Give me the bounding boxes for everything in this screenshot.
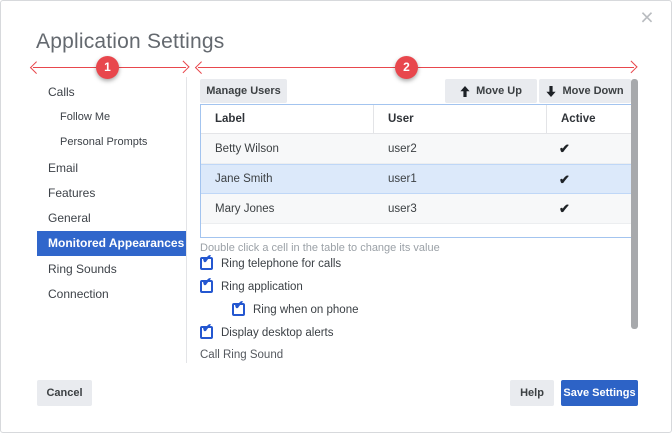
- sidebar-item-label: Follow Me: [60, 111, 110, 123]
- move-up-label: Move Up: [476, 85, 522, 97]
- close-icon[interactable]: ×: [635, 5, 659, 29]
- sidebar-item[interactable]: Connection: [37, 281, 186, 306]
- cell-user[interactable]: user2: [374, 134, 547, 163]
- sidebar-item-label: Email: [48, 161, 78, 175]
- sidebar-item[interactable]: General: [37, 205, 186, 230]
- checkbox-check-icon: ✔: [202, 276, 212, 288]
- checkbox-icon[interactable]: ✔: [200, 326, 213, 339]
- checkbox-option[interactable]: ✔ Ring when on phone: [232, 298, 359, 321]
- move-up-icon: [460, 86, 470, 97]
- checkbox-option[interactable]: ✔ Ring telephone for calls: [200, 252, 359, 275]
- table-row[interactable]: Jane Smith user1 ✔: [201, 164, 631, 194]
- sidebar-item[interactable]: Ring Sounds: [37, 256, 186, 281]
- cell-label[interactable]: Jane Smith: [201, 165, 374, 193]
- active-check-icon: ✔: [559, 142, 570, 155]
- checkbox-icon[interactable]: ✔: [200, 257, 213, 270]
- checkbox-label: Ring when on phone: [253, 304, 359, 316]
- sidebar-item-label: General: [48, 211, 91, 225]
- panel-divider: [186, 77, 187, 363]
- manage-users-button[interactable]: Manage Users: [200, 79, 287, 103]
- table-header: Label User Active: [201, 105, 631, 134]
- vertical-scrollbar[interactable]: [631, 79, 638, 329]
- sidebar-item[interactable]: Follow Me: [37, 104, 186, 129]
- checkbox-check-icon: ✔: [202, 322, 212, 334]
- column-header-label: Label: [201, 105, 374, 133]
- active-check-icon: ✔: [559, 173, 570, 186]
- checkbox-label: Ring telephone for calls: [221, 258, 341, 270]
- checkbox-check-icon: ✔: [234, 299, 244, 311]
- table-row[interactable]: Mary Jones user3 ✔: [201, 194, 631, 224]
- page-title: Application Settings: [36, 30, 224, 54]
- cancel-button[interactable]: Cancel: [37, 380, 92, 406]
- cell-label[interactable]: Betty Wilson: [201, 134, 374, 163]
- move-down-label: Move Down: [562, 85, 623, 97]
- sidebar-item-label: Connection: [48, 287, 109, 301]
- save-settings-button[interactable]: Save Settings: [561, 380, 638, 406]
- checkbox-icon[interactable]: ✔: [200, 280, 213, 293]
- monitored-appearances-table: Label User Active Betty Wilson user2 ✔ J…: [200, 104, 632, 238]
- annotation-badge-1: 1: [96, 56, 119, 79]
- checkbox-check-icon: ✔: [202, 253, 212, 265]
- sidebar-item[interactable]: Features: [37, 180, 186, 205]
- sidebar-item[interactable]: Personal Prompts: [37, 130, 186, 155]
- sidebar-item-label: Ring Sounds: [48, 262, 117, 276]
- checkbox-label: Display desktop alerts: [221, 327, 334, 339]
- sidebar-item[interactable]: Monitored Appearances: [37, 231, 186, 256]
- application-settings-dialog: Application Settings × 1 2 Calls Follow …: [0, 0, 672, 433]
- sidebar-item-label: Calls: [48, 85, 75, 99]
- settings-sidebar: Calls Follow Me Personal Prompts Email F…: [37, 79, 186, 307]
- checkbox-icon[interactable]: ✔: [232, 303, 245, 316]
- sidebar-item[interactable]: Calls: [37, 79, 186, 104]
- cell-user[interactable]: user3: [374, 194, 547, 223]
- cell-label[interactable]: Mary Jones: [201, 194, 374, 223]
- call-ring-sound-label: Call Ring Sound: [200, 349, 283, 361]
- sidebar-item-label: Features: [48, 186, 95, 200]
- sidebar-item-label: Monitored Appearances: [48, 236, 184, 250]
- ring-options: ✔ Ring telephone for calls ✔ Ring applic…: [200, 252, 359, 344]
- column-header-user: User: [374, 105, 547, 133]
- cell-active[interactable]: ✔: [547, 194, 631, 223]
- sidebar-item-label: Personal Prompts: [60, 136, 147, 148]
- table-row[interactable]: Betty Wilson user2 ✔: [201, 134, 631, 164]
- column-header-active: Active: [547, 105, 631, 133]
- cell-active[interactable]: ✔: [547, 134, 631, 163]
- move-up-button[interactable]: Move Up: [445, 79, 537, 103]
- move-button-group: Move Up Move Down: [445, 79, 631, 103]
- move-down-icon: [546, 86, 556, 97]
- active-check-icon: ✔: [559, 202, 570, 215]
- checkbox-option[interactable]: ✔ Ring application: [200, 275, 359, 298]
- checkbox-option[interactable]: ✔ Display desktop alerts: [200, 321, 359, 344]
- annotation-badge-2: 2: [395, 56, 418, 79]
- sidebar-item[interactable]: Email: [37, 155, 186, 180]
- help-button[interactable]: Help: [510, 380, 554, 406]
- checkbox-label: Ring application: [221, 281, 303, 293]
- cell-active[interactable]: ✔: [547, 165, 631, 193]
- cell-user[interactable]: user1: [374, 165, 547, 193]
- table-body: Betty Wilson user2 ✔ Jane Smith user1 ✔ …: [201, 134, 631, 224]
- move-down-button[interactable]: Move Down: [539, 79, 631, 103]
